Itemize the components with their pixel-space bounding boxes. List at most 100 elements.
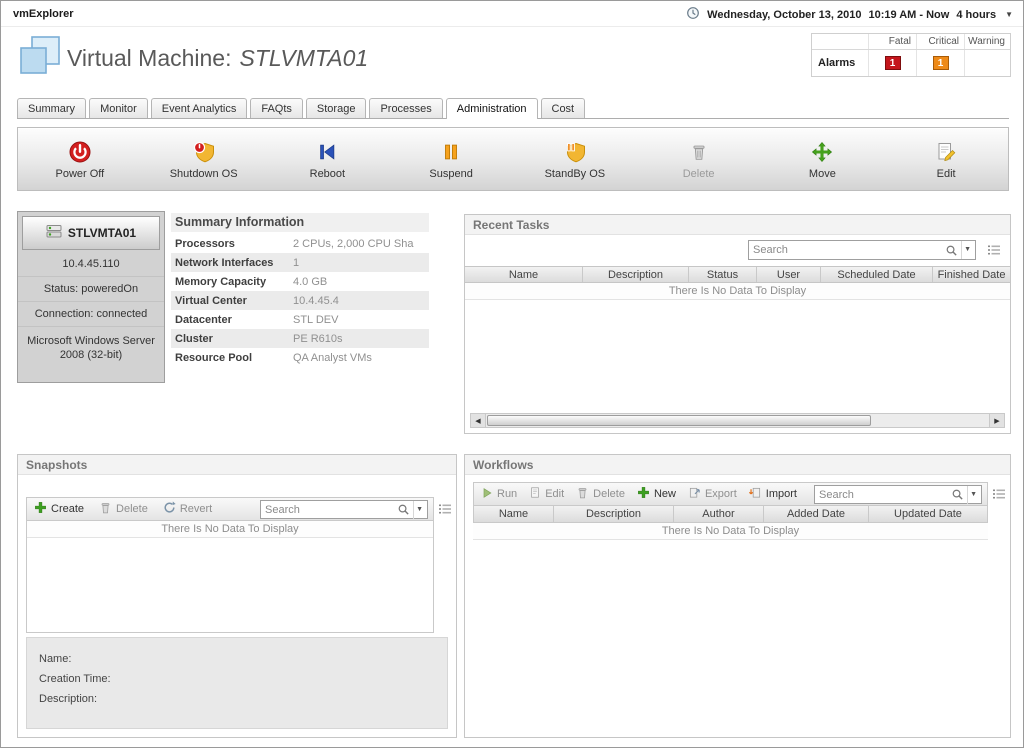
tab-event-analytics[interactable]: Event Analytics <box>151 98 248 118</box>
virtual-machine-icon <box>17 35 63 82</box>
summary-value: 1 <box>293 257 299 269</box>
server-icon <box>46 224 62 242</box>
delete-snapshot-button[interactable]: Delete <box>99 501 148 517</box>
timebar-caret-icon[interactable]: ▼ <box>1005 10 1013 19</box>
new-workflow-button[interactable]: New <box>637 486 676 502</box>
col-added-date[interactable]: Added Date <box>764 506 869 522</box>
search-icon[interactable] <box>942 244 961 257</box>
vm-card-status: Status: poweredOn <box>18 276 164 301</box>
search-icon[interactable] <box>394 503 413 516</box>
export-workflow-button[interactable]: Export <box>688 486 737 502</box>
new-label: New <box>654 488 676 500</box>
snapshot-creation-time-label: Creation Time: <box>39 669 435 689</box>
scrollbar-track[interactable] <box>871 414 989 427</box>
delete-workflow-button[interactable]: Delete <box>576 486 625 502</box>
col-finished-date[interactable]: Finished Date <box>933 267 1010 282</box>
clock-icon <box>686 6 700 23</box>
summary-value: 10.4.45.4 <box>293 295 339 307</box>
revert-snapshot-button[interactable]: Revert <box>163 501 212 517</box>
alarms-col-fatal: Fatal <box>868 34 916 49</box>
snapshots-panel: Snapshots Create Delete Revert <box>17 454 457 738</box>
alarms-label: Alarms <box>812 50 868 76</box>
recent-tasks-title: Recent Tasks <box>465 215 1010 235</box>
tab-administration[interactable]: Administration <box>446 98 538 119</box>
summary-label: Memory Capacity <box>171 276 293 288</box>
run-workflow-button[interactable]: Run <box>481 487 517 502</box>
summary-value: PE R610s <box>293 333 343 345</box>
search-icon[interactable] <box>948 488 967 501</box>
col-description[interactable]: Description <box>583 267 689 282</box>
summary-row-memory-capacity: Memory Capacity 4.0 GB <box>171 272 429 291</box>
standby-os-button[interactable]: StandBy OS <box>513 128 637 190</box>
search-options-caret-icon[interactable]: ▼ <box>967 486 981 504</box>
vm-action-toolbar: Power Off Shutdown OS Reboot Suspend Sta… <box>17 127 1009 191</box>
edit-label: Edit <box>937 168 956 180</box>
tab-monitor[interactable]: Monitor <box>89 98 148 118</box>
recent-tasks-search-row: ▼ <box>465 235 1010 266</box>
tab-bar: Summary Monitor Event Analytics FAQts St… <box>17 98 1009 119</box>
col-scheduled-date[interactable]: Scheduled Date <box>821 267 933 282</box>
column-chooser-icon[interactable] <box>987 243 1001 262</box>
delete-button[interactable]: Delete <box>637 128 761 190</box>
recent-tasks-panel: Recent Tasks ▼ Name Description Status U… <box>464 214 1011 434</box>
alarms-count-row: Alarms 1 1 <box>812 50 1010 76</box>
col-name[interactable]: Name <box>465 267 583 282</box>
tab-cost[interactable]: Cost <box>541 98 586 118</box>
edit-workflow-button[interactable]: Edit <box>529 486 564 502</box>
recent-tasks-table-header: Name Description Status User Scheduled D… <box>465 266 1010 283</box>
reboot-button[interactable]: Reboot <box>266 128 390 190</box>
column-chooser-icon[interactable] <box>438 502 452 521</box>
run-icon <box>481 487 493 502</box>
tab-summary[interactable]: Summary <box>17 98 86 118</box>
snapshots-searchbox: ▼ <box>260 500 428 519</box>
import-label: Import <box>766 488 797 500</box>
workflows-search-input[interactable] <box>815 489 948 501</box>
export-label: Export <box>705 488 737 500</box>
summary-row-cluster: Cluster PE R610s <box>171 329 429 348</box>
col-user[interactable]: User <box>757 267 821 282</box>
scrollbar-thumb[interactable] <box>487 415 871 426</box>
import-workflow-button[interactable]: Import <box>749 486 797 502</box>
delete-label: Delete <box>683 168 715 180</box>
tab-faqts[interactable]: FAQts <box>250 98 303 118</box>
fatal-count-badge[interactable]: 1 <box>885 56 901 70</box>
recent-tasks-search-input[interactable] <box>749 244 942 256</box>
summary-title: Summary Information <box>171 213 429 232</box>
edit-button[interactable]: Edit <box>884 128 1008 190</box>
col-description[interactable]: Description <box>554 506 674 522</box>
suspend-button[interactable]: Suspend <box>389 128 513 190</box>
search-options-caret-icon[interactable]: ▼ <box>413 501 427 519</box>
snapshots-search-input[interactable] <box>261 504 394 516</box>
col-updated-date[interactable]: Updated Date <box>869 506 987 522</box>
revert-icon <box>163 501 176 517</box>
critical-count-badge[interactable]: 1 <box>933 56 949 70</box>
timebar-range: 10:19 AM - Now <box>868 9 949 21</box>
timebar-duration: 4 hours <box>956 9 996 21</box>
move-button[interactable]: Move <box>761 128 885 190</box>
create-snapshot-button[interactable]: Create <box>34 501 84 517</box>
recent-tasks-empty-message: There Is No Data To Display <box>465 283 1010 300</box>
summary-row-network-interfaces: Network Interfaces 1 <box>171 253 429 272</box>
snapshots-table: There Is No Data To Display <box>26 521 434 633</box>
tab-storage[interactable]: Storage <box>306 98 367 118</box>
plus-icon <box>34 501 47 517</box>
col-author[interactable]: Author <box>674 506 764 522</box>
search-options-caret-icon[interactable]: ▼ <box>961 241 975 259</box>
workflows-empty-message: There Is No Data To Display <box>473 523 988 540</box>
power-off-button[interactable]: Power Off <box>18 128 142 190</box>
column-chooser-icon[interactable] <box>992 487 1006 506</box>
shutdown-os-button[interactable]: Shutdown OS <box>142 128 266 190</box>
col-name[interactable]: Name <box>474 506 554 522</box>
snapshot-name-label: Name: <box>39 649 435 669</box>
summary-label: Processors <box>171 238 293 250</box>
scroll-right-arrow[interactable]: ▶ <box>989 414 1004 427</box>
power-off-label: Power Off <box>56 168 105 180</box>
vmexplorer-window: vmExplorer Wednesday, October 13, 2010 1… <box>0 0 1024 748</box>
time-range-selector[interactable]: Wednesday, October 13, 2010 10:19 AM - N… <box>686 6 1013 23</box>
tab-processes[interactable]: Processes <box>369 98 442 118</box>
standby-os-label: StandBy OS <box>545 168 606 180</box>
vm-card-ip: 10.4.45.110 <box>18 254 164 276</box>
snapshots-toolbar: Create Delete Revert ▼ <box>26 497 434 521</box>
col-status[interactable]: Status <box>689 267 757 282</box>
scroll-left-arrow[interactable]: ◀ <box>471 414 486 427</box>
